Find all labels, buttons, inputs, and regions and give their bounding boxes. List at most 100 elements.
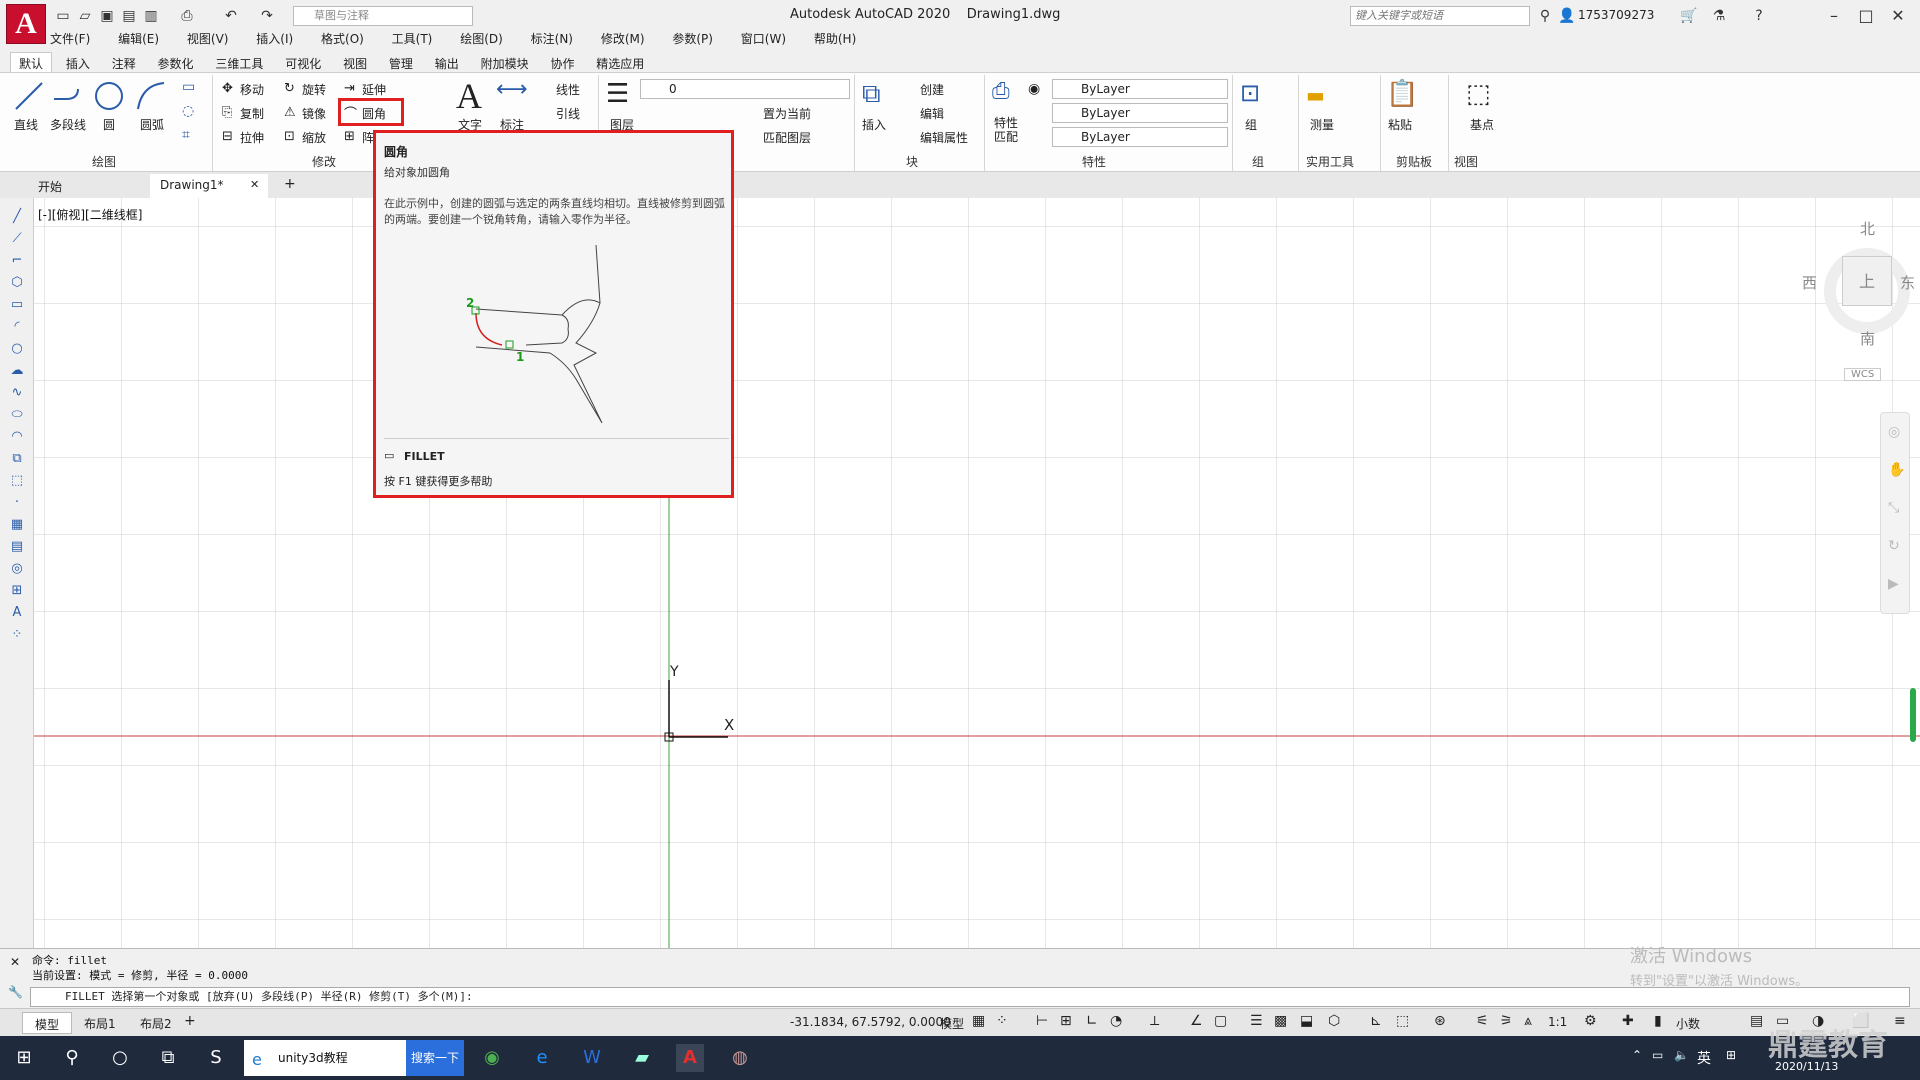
tab-addins[interactable]: 附加模块 — [473, 53, 537, 74]
cart-icon[interactable]: 🛒 — [1680, 7, 1698, 25]
layer-select[interactable]: 0 — [640, 79, 850, 99]
application-menu-button[interactable]: A — [6, 4, 46, 44]
auto-scale-icon[interactable]: ⚞ — [1500, 1013, 1513, 1029]
redo-icon[interactable]: ↷ — [258, 7, 276, 25]
search-icon[interactable]: ⚲ — [58, 1044, 86, 1072]
browser-search-button[interactable]: 搜索一下 — [406, 1040, 464, 1076]
set-current-button[interactable]: 置为当前 — [763, 105, 811, 122]
menu-parametric[interactable]: 参数(P) — [672, 30, 713, 47]
gradient-icon[interactable]: ▤ — [8, 538, 26, 556]
pan-icon[interactable]: ✋ — [1888, 462, 1905, 478]
viewcube-north[interactable]: 北 — [1860, 218, 1875, 239]
polyline-button[interactable]: 多段线 — [50, 116, 86, 133]
circle-tool-icon[interactable]: ○ — [8, 340, 26, 358]
infer-constraints-icon[interactable]: ⊢ — [1036, 1013, 1048, 1029]
rectangle-tool-icon[interactable]: ▭ — [8, 296, 26, 314]
annotation-scale-select[interactable]: 1:1 — [1548, 1015, 1567, 1029]
arc-icon[interactable] — [134, 79, 168, 113]
circle-icon[interactable] — [92, 79, 126, 113]
viewcube-west[interactable]: 西 — [1802, 272, 1817, 293]
snap-icon[interactable]: ⁘ — [996, 1013, 1008, 1029]
task-view-icon[interactable]: ⧉ — [154, 1044, 182, 1072]
app-360-icon[interactable]: S — [202, 1044, 230, 1072]
move-button[interactable]: 移动 — [240, 81, 264, 98]
selection-filter-icon[interactable]: ⬚ — [1396, 1013, 1409, 1029]
hatch-tool-icon[interactable]: ▦ — [8, 516, 26, 534]
help-icon[interactable]: ? — [1750, 7, 1768, 25]
browser-search-input[interactable]: unity3d教程 — [244, 1040, 406, 1076]
menu-help[interactable]: 帮助(H) — [814, 30, 856, 47]
isodraft-icon[interactable]: ⟂ — [1150, 1013, 1159, 1029]
lineweight-icon[interactable]: ☰ — [1250, 1013, 1263, 1029]
text-icon[interactable]: A — [456, 75, 482, 117]
transparency-icon[interactable]: ▩ — [1274, 1013, 1287, 1029]
close-button[interactable]: ✕ — [1884, 4, 1912, 28]
close-command-icon[interactable]: ✕ — [10, 955, 20, 969]
insert-block-tool-icon[interactable]: ⧉ — [8, 450, 26, 468]
panel-label-modify[interactable]: 修改 — [312, 153, 336, 170]
model-space-button[interactable]: 模型 — [940, 1015, 964, 1032]
lineweight-select[interactable]: ByLayer — [1052, 127, 1228, 147]
menu-window[interactable]: 窗口(W) — [741, 30, 786, 47]
rectangle-icon[interactable]: ▭ — [182, 79, 195, 95]
match-properties-button[interactable]: 特性 匹配 — [994, 116, 1022, 144]
internet-explorer-icon[interactable]: e — [528, 1044, 556, 1072]
tab-visualize[interactable]: 可视化 — [277, 53, 329, 74]
rotate-button[interactable]: 旋转 — [302, 81, 326, 98]
minimize-button[interactable]: – — [1820, 4, 1848, 28]
menu-view[interactable]: 视图(V) — [187, 30, 229, 47]
wcs-menu[interactable]: WCS — [1844, 368, 1882, 381]
arc-tool-icon[interactable]: ◜ — [8, 318, 26, 336]
object-snap-tracking-icon[interactable]: ∠ — [1190, 1013, 1203, 1029]
tab-featured-apps[interactable]: 精选应用 — [588, 53, 652, 74]
menu-edit[interactable]: 编辑(E) — [118, 30, 159, 47]
orbit-icon[interactable]: ↻ — [1888, 538, 1900, 554]
help-search-input[interactable]: 键入关键字或短语 — [1350, 6, 1530, 26]
panel-label-draw[interactable]: 绘图 — [92, 153, 116, 170]
circle-button[interactable]: 圆 — [103, 116, 115, 133]
annotation-visibility-icon[interactable]: ⚟ — [1476, 1013, 1489, 1029]
line-tool-icon[interactable]: ╱ — [8, 208, 26, 226]
stretch-button[interactable]: 拉伸 — [240, 129, 264, 146]
3d-osnap-icon[interactable]: ⬡ — [1328, 1013, 1340, 1029]
binoculars-icon[interactable]: ⚲ — [1536, 7, 1554, 25]
a360-icon[interactable]: ⚗ — [1710, 7, 1728, 25]
arc-button[interactable]: 圆弧 — [140, 116, 164, 133]
annotation-monitor-icon[interactable]: ✚ — [1622, 1013, 1634, 1029]
undo-icon[interactable]: ↶ — [222, 7, 240, 25]
menu-draw[interactable]: 绘图(D) — [460, 30, 503, 47]
paste-button[interactable]: 粘贴 — [1388, 116, 1412, 133]
line-button[interactable]: 直线 — [14, 116, 38, 133]
color-select[interactable]: ByLayer — [1052, 79, 1228, 99]
add-selected-icon[interactable]: ⁘ — [8, 626, 26, 644]
table-icon[interactable]: ⊞ — [8, 582, 26, 600]
ime-icon[interactable]: ⊞ — [1726, 1048, 1736, 1062]
coordinates-readout[interactable]: -31.1834, 67.5792, 0.0000 — [790, 1015, 951, 1029]
close-tab-icon[interactable]: ✕ — [250, 178, 259, 191]
mirror-button[interactable]: 镜像 — [302, 105, 326, 122]
panel-label-utilities[interactable]: 实用工具 — [1306, 153, 1354, 170]
edit-attributes-button[interactable]: 编辑属性 — [920, 129, 968, 146]
dynamic-input-icon[interactable]: ⊞ — [1060, 1013, 1072, 1029]
viewcube-face[interactable]: 上 — [1842, 256, 1892, 306]
panel-label-block[interactable]: 块 — [906, 153, 918, 170]
base-view-icon[interactable]: ⬚ — [1466, 79, 1491, 109]
workspace-switch-icon[interactable]: ⚙ — [1584, 1013, 1597, 1029]
measure-icon[interactable]: ▬ — [1306, 83, 1325, 107]
units-icon[interactable]: ▮ — [1654, 1013, 1662, 1029]
leader-button[interactable]: 引线 — [556, 105, 580, 122]
panel-label-properties[interactable]: 特性 — [1082, 153, 1106, 170]
plot-icon[interactable]: ▥ — [142, 7, 160, 25]
mtext-icon[interactable]: A — [8, 604, 26, 622]
steering-wheel-icon[interactable]: ◎ — [1888, 424, 1900, 440]
polygon-icon[interactable]: ⬡ — [8, 274, 26, 292]
new-tab-icon[interactable]: + — [284, 176, 296, 192]
autocad-taskbar-icon[interactable]: A — [676, 1044, 704, 1072]
save-icon[interactable]: ▣ — [98, 7, 116, 25]
make-block-icon[interactable]: ⬚ — [8, 472, 26, 490]
tab-insert[interactable]: 插入 — [58, 53, 98, 74]
notebook-icon[interactable]: ▰ — [628, 1044, 656, 1072]
measure-button[interactable]: 测量 — [1310, 116, 1334, 133]
tray-chevron-icon[interactable]: ⌃ — [1632, 1048, 1642, 1062]
scroll-handle[interactable] — [1910, 688, 1916, 742]
